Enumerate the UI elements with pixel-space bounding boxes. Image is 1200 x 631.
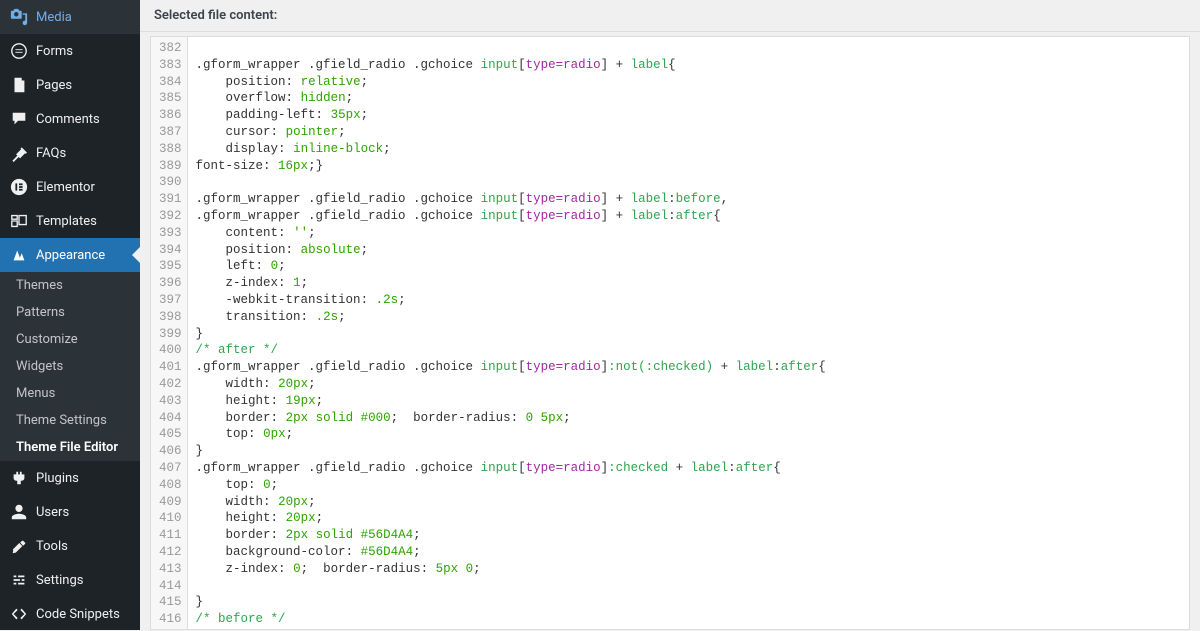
- main-content: Selected file content: 38238338438538638…: [140, 0, 1200, 630]
- snippets-icon: [10, 605, 28, 623]
- content-header: Selected file content:: [140, 0, 1200, 32]
- submenu-item-themes[interactable]: Themes: [0, 272, 140, 299]
- submenu-item-theme-settings[interactable]: Theme Settings: [0, 407, 140, 434]
- code-editor[interactable]: 3823833843853863873883893903913923933943…: [150, 36, 1190, 630]
- menu-label: Users: [36, 505, 69, 520]
- media-icon: [10, 8, 28, 26]
- appearance-icon: [10, 246, 28, 264]
- menu-label: Pages: [36, 78, 72, 93]
- menu-item-elementor[interactable]: Elementor: [0, 170, 140, 204]
- menu-label: Settings: [36, 573, 83, 588]
- submenu-item-widgets[interactable]: Widgets: [0, 353, 140, 380]
- users-icon: [10, 503, 28, 521]
- plugins-icon: [10, 469, 28, 487]
- menu-label: Templates: [36, 214, 97, 229]
- menu-item-pages[interactable]: Pages: [0, 68, 140, 102]
- menu-item-comments[interactable]: Comments: [0, 102, 140, 136]
- menu-label: Plugins: [36, 471, 79, 486]
- menu-label: Comments: [36, 112, 100, 127]
- menu-item-media[interactable]: Media: [0, 0, 140, 34]
- submenu-item-theme-file-editor[interactable]: Theme File Editor: [0, 434, 140, 461]
- menu-item-appearance[interactable]: Appearance: [0, 238, 140, 272]
- elementor-icon: [10, 178, 28, 196]
- menu-item-settings[interactable]: Settings: [0, 563, 140, 597]
- menu-item-faqs[interactable]: FAQs: [0, 136, 140, 170]
- line-gutter: 3823833843853863873883893903913923933943…: [151, 37, 188, 629]
- settings-icon: [10, 571, 28, 589]
- menu-item-users[interactable]: Users: [0, 495, 140, 529]
- pages-icon: [10, 76, 28, 94]
- comments-icon: [10, 110, 28, 128]
- menu-label: Forms: [36, 44, 73, 59]
- templates-icon: [10, 212, 28, 230]
- submenu-item-patterns[interactable]: Patterns: [0, 299, 140, 326]
- menu-label: Media: [36, 10, 72, 25]
- admin-sidebar: Media Forms Pages Comments FAQs Elementor Temp…: [0, 0, 140, 630]
- menu-item-templates[interactable]: Templates: [0, 204, 140, 238]
- menu-item-code-snippets[interactable]: Code Snippets: [0, 597, 140, 631]
- menu-label: Appearance: [36, 248, 105, 263]
- menu-label: Elementor: [36, 180, 95, 195]
- appearance-submenu: ThemesPatternsCustomizeWidgetsMenusTheme…: [0, 272, 140, 461]
- menu-item-plugins[interactable]: Plugins: [0, 461, 140, 495]
- menu-label: FAQs: [36, 146, 66, 161]
- menu-item-forms[interactable]: Forms: [0, 34, 140, 68]
- code-content[interactable]: .gform_wrapper .gfield_radio .gchoice in…: [188, 37, 1189, 629]
- menu-label: Tools: [36, 539, 68, 554]
- tools-icon: [10, 537, 28, 555]
- menu-label: Code Snippets: [36, 607, 120, 622]
- pin-icon: [10, 144, 28, 162]
- forms-icon: [10, 42, 28, 60]
- menu-item-tools[interactable]: Tools: [0, 529, 140, 563]
- submenu-item-menus[interactable]: Menus: [0, 380, 140, 407]
- submenu-item-customize[interactable]: Customize: [0, 326, 140, 353]
